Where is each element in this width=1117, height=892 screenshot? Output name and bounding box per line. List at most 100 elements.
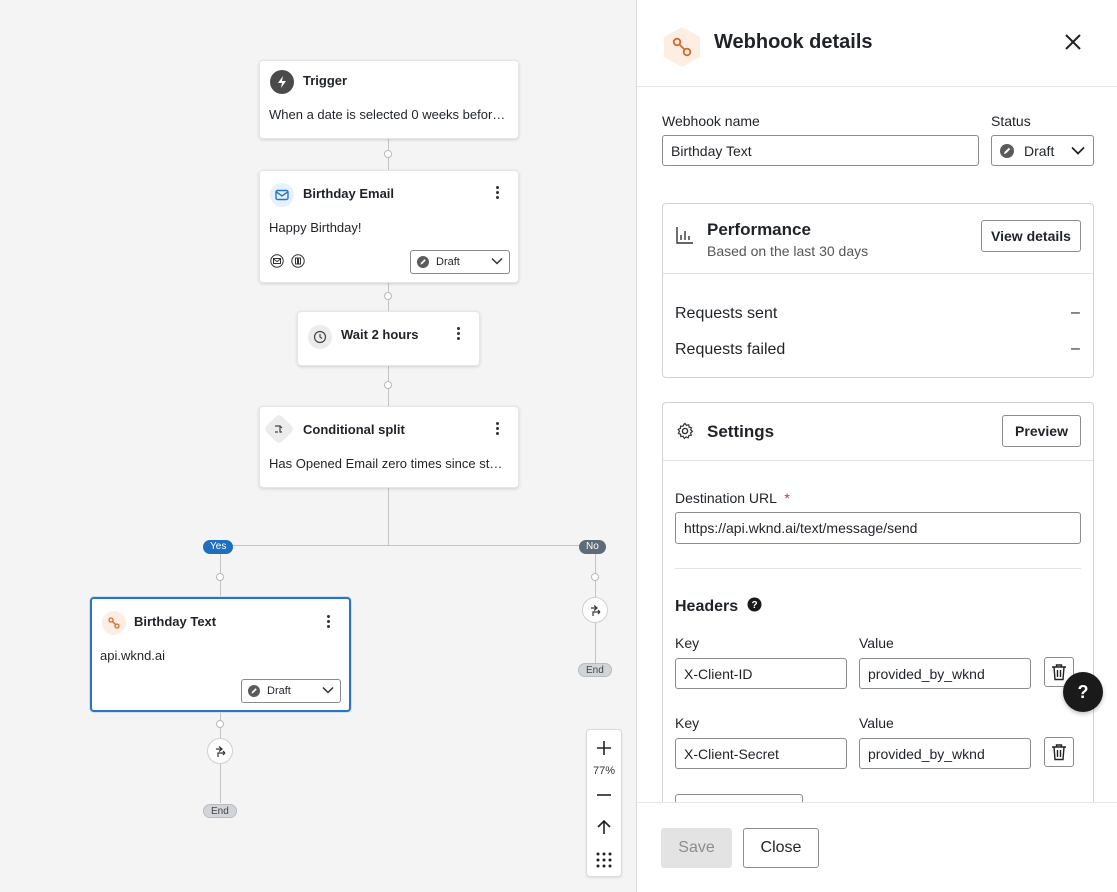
save-button[interactable]: Save: [661, 828, 732, 868]
email-icon: [270, 183, 294, 207]
minus-icon: [596, 787, 612, 803]
delete-header-button[interactable]: [1044, 737, 1074, 767]
end-pill-yes-branch: End: [203, 804, 237, 818]
requests-failed-value: –: [1071, 340, 1080, 357]
performance-section: Performance Based on the last 30 days Vi…: [662, 203, 1094, 378]
wait-more-menu[interactable]: [449, 324, 467, 342]
draft-icon: [417, 256, 429, 268]
add-step-button-yes-branch[interactable]: [207, 738, 233, 764]
webhook-icon: [102, 611, 126, 635]
header-value-field[interactable]: provided_by_wknd: [859, 738, 1031, 769]
help-circle-icon[interactable]: ?: [747, 597, 762, 612]
conditional-split-card[interactable]: Conditional split Has Opened Email zero …: [259, 406, 519, 488]
split-icon: [263, 413, 295, 445]
draft-icon: [1000, 143, 1014, 158]
destination-url-field[interactable]: https://api.wknd.ai/text/message/send: [675, 512, 1081, 544]
connector-dot: [384, 381, 392, 389]
panel-header: Webhook details: [637, 0, 1117, 87]
trigger-card[interactable]: Trigger When a date is selected 0 weeks …: [259, 60, 519, 139]
email-status-value: Draft: [436, 256, 460, 268]
header-key-label: Key: [675, 635, 700, 651]
requests-sent-label: Requests sent: [675, 305, 778, 322]
wait-title: Wait 2 hours: [341, 327, 419, 342]
clock-icon: [308, 325, 332, 349]
connector-dot: [216, 573, 224, 581]
chevron-down-icon: [491, 256, 503, 268]
email-more-menu[interactable]: [488, 183, 506, 201]
webhook-more-menu[interactable]: [319, 612, 337, 630]
trash-icon: [1051, 743, 1067, 761]
webhook-name-field[interactable]: Birthday Text: [662, 135, 979, 166]
add-step-icon: [589, 604, 602, 617]
bar-chart-icon: [676, 226, 694, 249]
fit-to-top-button[interactable]: [587, 813, 621, 841]
webhook-name-label: Webhook name: [662, 113, 760, 129]
branch-connector: [220, 545, 596, 546]
plus-icon: [596, 740, 612, 756]
webhook-status-value: Draft: [267, 685, 291, 697]
split-condition-text: Has Opened Email zero times since starti…: [269, 456, 509, 471]
email-card[interactable]: Birthday Email Happy Birthday! Draft: [259, 170, 519, 283]
settings-title: Settings: [707, 422, 775, 441]
wait-card[interactable]: Wait 2 hours: [297, 311, 480, 366]
help-button[interactable]: ?: [1063, 672, 1103, 712]
split-title: Conditional split: [303, 422, 405, 437]
webhook-card[interactable]: Birthday Text api.wknd.ai Draft: [90, 597, 351, 712]
destination-url-label: Destination URL *: [675, 490, 790, 506]
headers-title-text: Headers: [675, 598, 739, 615]
connector-dot: [216, 720, 224, 728]
header-key-field[interactable]: X-Client-Secret: [675, 738, 847, 769]
envelope-icon: [270, 254, 284, 273]
connector: [388, 488, 389, 545]
arrow-up-icon: [596, 819, 612, 835]
header-value-label: Value: [859, 715, 894, 731]
view-details-button[interactable]: View details: [981, 220, 1081, 252]
webhook-status-dropdown[interactable]: Draft: [241, 679, 341, 703]
requests-failed-label: Requests failed: [675, 341, 786, 358]
connector-dot: [384, 292, 392, 300]
chevron-down-icon: [1071, 146, 1085, 155]
svg-text:?: ?: [751, 600, 757, 611]
add-step-button-no-branch[interactable]: [582, 597, 608, 623]
divider: [663, 273, 1093, 274]
zoom-level: 77%: [592, 765, 616, 777]
grid-dots-icon: [596, 852, 612, 868]
webhook-title: Birthday Text: [134, 614, 217, 629]
settings-section: Settings Preview Destination URL * https…: [662, 402, 1094, 822]
draft-icon: [248, 685, 260, 697]
webhook-details-panel: Webhook details Webhook name Birthday Te…: [636, 0, 1117, 892]
email-status-dropdown[interactable]: Draft: [410, 250, 510, 274]
requests-sent-value: –: [1071, 304, 1080, 321]
flow-canvas[interactable]: Trigger When a date is selected 0 weeks …: [0, 0, 637, 892]
divider: [663, 460, 1093, 461]
trigger-title: Trigger: [303, 73, 348, 88]
chevron-down-icon: [322, 685, 334, 697]
no-branch-pill: No: [579, 540, 606, 554]
performance-subtitle: Based on the last 30 days: [707, 243, 869, 259]
header-key-label: Key: [675, 715, 700, 731]
status-label: Status: [991, 113, 1031, 129]
grid-menu-button[interactable]: [587, 846, 621, 874]
status-dropdown[interactable]: Draft: [991, 135, 1094, 166]
trash-icon: [1051, 663, 1067, 681]
header-value-label: Value: [859, 635, 894, 651]
end-pill-no-branch: End: [578, 663, 612, 677]
header-value-field[interactable]: provided_by_wknd: [859, 658, 1031, 689]
close-icon[interactable]: [1061, 30, 1085, 54]
destination-url-label-text: Destination URL: [675, 490, 777, 506]
gear-icon: [676, 422, 694, 445]
email-title: Birthday Email: [303, 186, 395, 201]
headers-title: Headers ?: [675, 597, 762, 616]
webhook-host-text: api.wknd.ai: [100, 648, 166, 663]
status-value: Draft: [1024, 142, 1055, 159]
split-more-menu[interactable]: [488, 419, 506, 437]
add-step-icon: [214, 745, 227, 758]
close-button[interactable]: Close: [743, 828, 819, 868]
connector-dot: [591, 573, 599, 581]
zoom-in-button[interactable]: [587, 734, 621, 762]
preview-button[interactable]: Preview: [1002, 415, 1081, 447]
header-key-field[interactable]: X-Client-ID: [675, 658, 847, 689]
required-asterisk: *: [784, 490, 790, 506]
zoom-out-button[interactable]: [587, 781, 621, 809]
webhook-icon: [661, 26, 703, 68]
